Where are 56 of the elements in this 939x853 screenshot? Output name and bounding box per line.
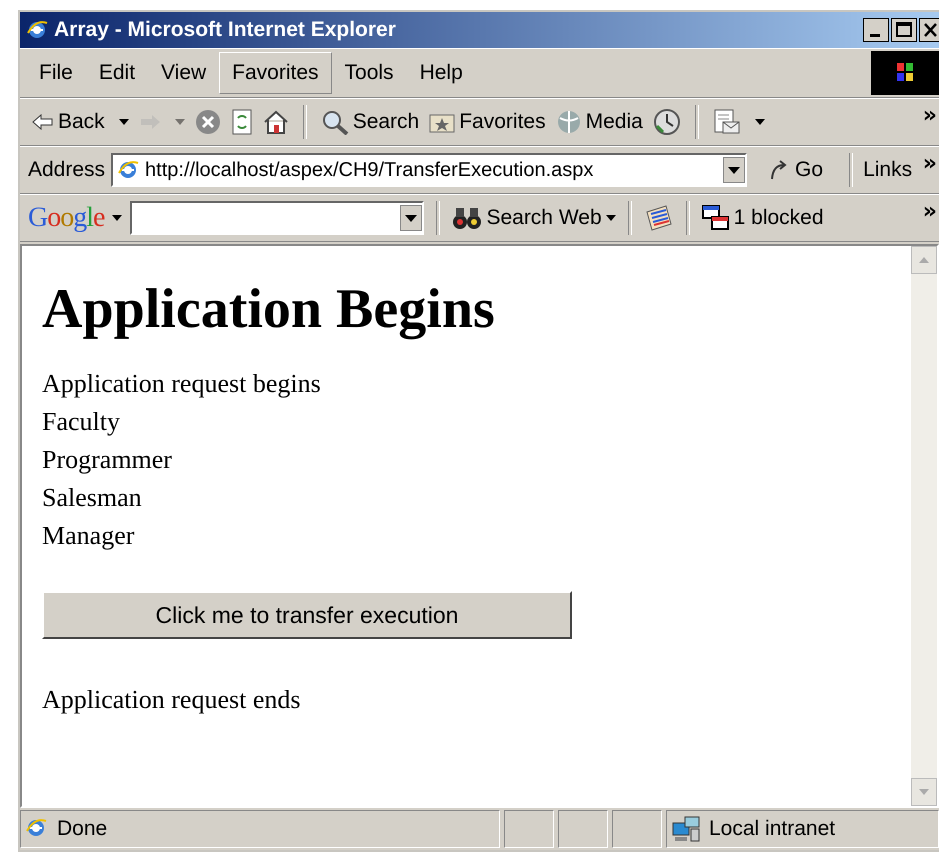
network-computer-icon	[671, 815, 701, 843]
menu-item[interactable]: File	[26, 52, 86, 94]
popup-windows-icon[interactable]	[702, 205, 730, 231]
status-pane	[558, 810, 608, 848]
more-button[interactable]: »	[922, 105, 939, 127]
close-icon[interactable]	[919, 18, 939, 42]
windows-flag-icon	[871, 51, 939, 95]
text-line: Application request begins	[42, 368, 322, 400]
status-pane	[612, 810, 662, 848]
dropdown-caret-icon[interactable]	[754, 119, 765, 125]
stop-icon[interactable]	[194, 109, 221, 135]
back-arrow-icon[interactable]	[32, 113, 54, 131]
text-line: Faculty	[42, 406, 121, 438]
text-line: Manager	[42, 520, 136, 552]
toolbar-button[interactable]: Search	[352, 110, 420, 134]
news-icon[interactable]	[644, 204, 674, 232]
text-line: Application request ends	[42, 684, 302, 716]
toolbar-button[interactable]: Back	[58, 110, 105, 134]
google-logo[interactable]: Google	[28, 202, 104, 234]
status-text: Done	[57, 817, 108, 841]
status-pane	[504, 810, 554, 848]
search-field[interactable]	[130, 201, 424, 235]
more-button[interactable]: »	[922, 153, 939, 175]
window-title: Array - Microsoft Internet Explorer	[54, 18, 396, 42]
transfer-button[interactable]: Click me to transfer execution	[42, 591, 572, 640]
dropdown-caret-icon[interactable]	[112, 215, 122, 221]
page-icon	[117, 159, 140, 181]
minimize-icon[interactable]	[863, 18, 889, 42]
refresh-icon[interactable]	[230, 109, 253, 135]
toolbar-button[interactable]: Favorites	[459, 110, 546, 134]
address-label: Address	[28, 158, 106, 182]
links-button[interactable]: Links	[863, 158, 912, 182]
menu-item[interactable]: Favorites	[219, 52, 332, 94]
text-line: Salesman	[42, 482, 143, 514]
maximize-icon[interactable]	[891, 18, 917, 42]
search-web-button[interactable]: Search Web	[486, 206, 602, 230]
toolbar-button[interactable]: Media	[586, 110, 643, 134]
home-icon[interactable]	[262, 110, 289, 134]
text-line: Programmer	[42, 444, 173, 476]
mail-page-icon[interactable]	[712, 109, 741, 135]
menu-item[interactable]: Help	[406, 52, 476, 94]
browser-logo-icon	[26, 19, 48, 41]
page-heading: Application Begins	[42, 277, 496, 342]
menu-item[interactable]: Tools	[332, 52, 407, 94]
address-field[interactable]: http://localhost/aspex/CH9/TransferExecution.aspx	[111, 153, 748, 187]
go-button[interactable]: Go	[795, 158, 824, 182]
dropdown-caret-icon[interactable]	[606, 215, 616, 221]
history-clock-icon[interactable]	[652, 108, 681, 136]
popup-blocker-button[interactable]: 1 blocked	[734, 206, 824, 230]
zone-text: Local intranet	[709, 817, 836, 841]
menu-item[interactable]: View	[148, 52, 220, 94]
search-icon[interactable]	[320, 109, 349, 135]
binoculars-icon[interactable]	[452, 205, 482, 231]
menu-item[interactable]: Edit	[86, 52, 148, 94]
dropdown-caret-icon[interactable]	[118, 119, 129, 125]
more-button[interactable]: »	[922, 201, 939, 223]
